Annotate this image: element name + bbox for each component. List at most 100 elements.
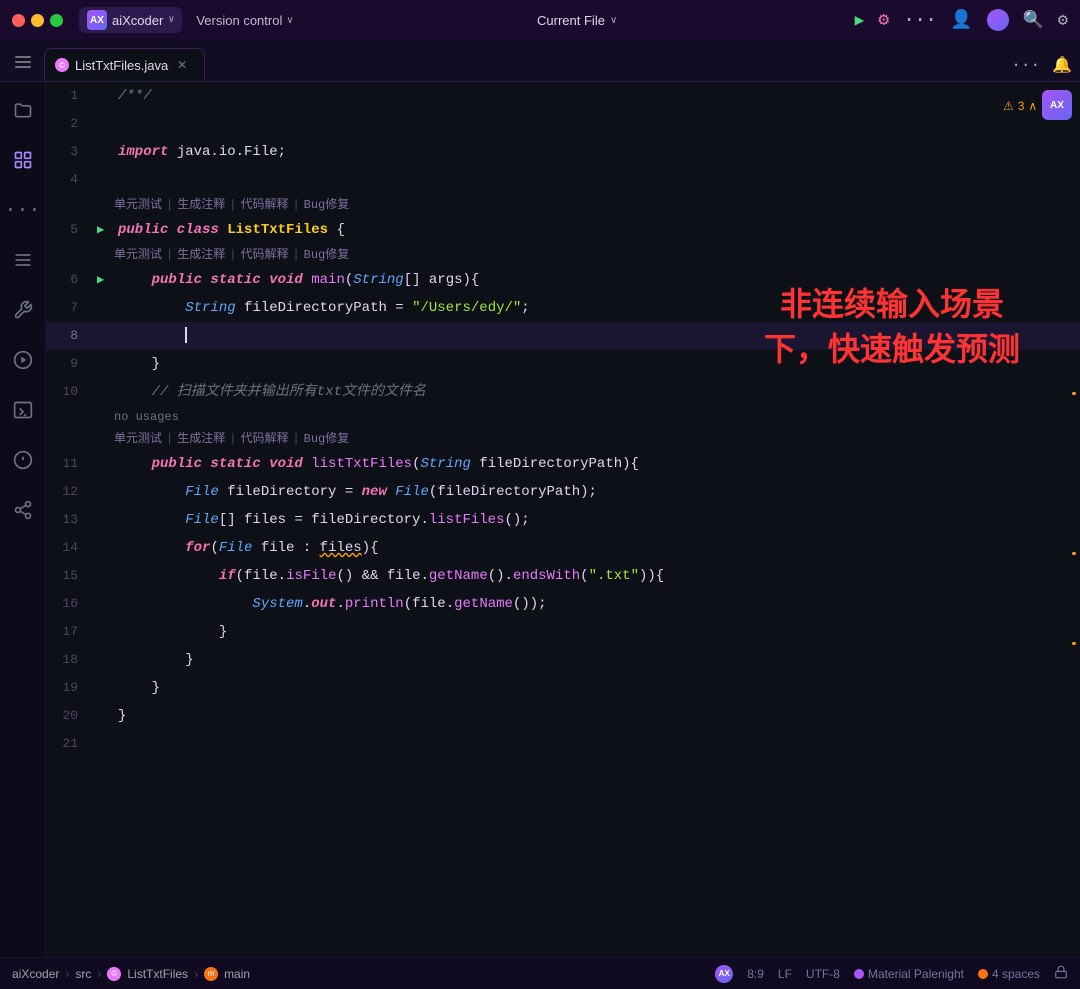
- sidebar-item-more[interactable]: ···: [7, 194, 39, 226]
- code-line-7: 7 String fileDirectoryPath = "/Users/edy…: [46, 294, 1080, 322]
- current-file-chevron-icon: ∨: [610, 15, 617, 26]
- user-avatar[interactable]: [987, 9, 1009, 31]
- notification-icon[interactable]: 🔔: [1052, 55, 1072, 75]
- sidebar-item-list[interactable]: [7, 244, 39, 276]
- code-line-15: 15 if(file.isFile() && file.getName().en…: [46, 562, 1080, 590]
- code-line-11: 11 public static void listTxtFiles(Strin…: [46, 450, 1080, 478]
- line-num-2: 2: [46, 110, 94, 138]
- current-file-label: Current File: [537, 13, 605, 28]
- line-content-6: public static void main(String[] args){: [114, 266, 1080, 294]
- line-num-15: 15: [46, 562, 94, 590]
- settings-icon[interactable]: ⚙: [1058, 10, 1068, 31]
- more-menu-icon[interactable]: ···: [903, 9, 936, 32]
- aixcoder-avatar-badge[interactable]: AX: [1042, 90, 1072, 120]
- minimize-button[interactable]: [31, 14, 44, 27]
- line-num-18: 18: [46, 646, 94, 674]
- annotation-link-bug-fix-6[interactable]: Bug修复: [304, 244, 350, 266]
- statusbar: aiXcoder › src › © ListTxtFiles › m main…: [0, 957, 1080, 989]
- run-icon[interactable]: ▶: [855, 10, 865, 30]
- run-button-5[interactable]: ▶: [97, 216, 111, 230]
- maximize-button[interactable]: [50, 14, 63, 27]
- tabbar-right: ··· 🔔: [1011, 55, 1072, 81]
- gutter-6[interactable]: ▶: [94, 266, 114, 280]
- sidebar-item-structure[interactable]: [7, 144, 39, 176]
- line-content-15: if(file.isFile() && file.getName().endsW…: [114, 562, 1080, 590]
- gutter-5[interactable]: ▶: [94, 216, 114, 230]
- code-line-9: 9 }: [46, 350, 1080, 378]
- debug-icon[interactable]: ⚙: [878, 9, 889, 31]
- code-area[interactable]: ⚠ 3 ∧ ∨ 1 /**/ 2 3 import java.io: [46, 82, 1080, 758]
- sidebar-item-terminal[interactable]: [7, 394, 39, 426]
- run-button-6[interactable]: ▶: [97, 266, 111, 280]
- code-line-21: 21: [46, 730, 1080, 758]
- status-theme[interactable]: Material Palenight: [854, 967, 964, 981]
- line-num-16: 16: [46, 590, 94, 618]
- annotation-link-unit-test-5[interactable]: 单元测试: [114, 194, 162, 216]
- version-control-button[interactable]: Version control ∨: [190, 10, 299, 31]
- line-content-10: // 扫描文件夹并输出所有txt文件的文件名: [114, 378, 1080, 406]
- annotation-link-explain-6[interactable]: 代码解释: [240, 244, 288, 266]
- line-content-9: }: [114, 350, 1080, 378]
- breadcrumb-sep3: ›: [194, 967, 198, 981]
- line-content-1: /**/: [114, 82, 1080, 110]
- aixcoder-status-badge[interactable]: AX: [715, 965, 733, 983]
- status-position[interactable]: 8:9: [747, 967, 764, 981]
- titlebar-actions: ▶ ⚙ ··· 👤 🔍 ⚙: [855, 9, 1068, 32]
- tab-label: ListTxtFiles.java: [75, 58, 168, 73]
- sidebar-item-folder[interactable]: [7, 94, 39, 126]
- annotation-link-explain-5[interactable]: 代码解释: [240, 194, 288, 216]
- file-type-icon: ©: [55, 58, 69, 72]
- code-line-8[interactable]: 8: [46, 322, 1080, 350]
- line-num-20: 20: [46, 702, 94, 730]
- tab-list-txt-files[interactable]: © ListTxtFiles.java ✕: [44, 48, 205, 81]
- annotation-link-gen-comment-6[interactable]: 生成注释: [177, 244, 225, 266]
- annotation-link-unit-test-10[interactable]: 单元测试: [114, 428, 162, 450]
- code-line-14: 14 for(File file : files){: [46, 534, 1080, 562]
- theme-color-dot: [854, 969, 864, 979]
- sidebar-item-git[interactable]: [7, 494, 39, 526]
- line-num-9: 9: [46, 350, 94, 378]
- annotation-link-bug-fix-10[interactable]: Bug修复: [304, 428, 350, 450]
- position-label: 8:9: [747, 967, 764, 981]
- annotation-link-unit-test-6[interactable]: 单元测试: [114, 244, 162, 266]
- annotation-link-bug-fix-5[interactable]: Bug修复: [304, 194, 350, 216]
- code-line-2: 2: [46, 110, 1080, 138]
- breadcrumb-app: aiXcoder: [12, 967, 59, 981]
- code-editor[interactable]: ⚠ 3 ∧ ∨ 1 /**/ 2 3 import java.io: [46, 82, 1080, 957]
- status-indent[interactable]: 4 spaces: [978, 967, 1040, 981]
- theme-label: Material Palenight: [868, 967, 964, 981]
- encoding-label: UTF-8: [806, 967, 840, 981]
- line-content-21: [114, 730, 1080, 758]
- annotation-link-gen-comment-5[interactable]: 生成注释: [177, 194, 225, 216]
- line-num-3: 3: [46, 138, 94, 166]
- line-content-20: }: [114, 702, 1080, 730]
- line-num-11: 11: [46, 450, 94, 478]
- line-content-13: File[] files = fileDirectory.listFiles()…: [114, 506, 1080, 534]
- sidebar-item-build[interactable]: [7, 294, 39, 326]
- sidebar-item-problems[interactable]: [7, 444, 39, 476]
- breadcrumb-method-icon: m: [204, 967, 218, 981]
- tab-close-button[interactable]: ✕: [174, 57, 190, 73]
- code-line-6: 6 ▶ public static void main(String[] arg…: [46, 266, 1080, 294]
- current-file-button[interactable]: Current File ∨: [529, 10, 625, 31]
- text-cursor: [185, 327, 187, 343]
- line-content-12: File fileDirectory = new File(fileDirect…: [114, 478, 1080, 506]
- status-lf[interactable]: LF: [778, 967, 792, 981]
- nav-up-icon[interactable]: ∧: [1028, 92, 1037, 120]
- more-tabs-icon[interactable]: ···: [1011, 56, 1040, 74]
- status-lock[interactable]: [1054, 965, 1068, 982]
- version-chevron-icon: ∨: [286, 15, 293, 26]
- annotation-link-explain-10[interactable]: 代码解释: [240, 428, 288, 450]
- user-icon[interactable]: 👤: [950, 9, 972, 31]
- sidebar-toggle-icon[interactable]: [8, 47, 38, 77]
- sidebar-item-run[interactable]: [7, 344, 39, 376]
- line-content-18: }: [114, 646, 1080, 674]
- search-icon[interactable]: 🔍: [1023, 10, 1044, 31]
- annotation-link-gen-comment-10[interactable]: 生成注释: [177, 428, 225, 450]
- close-button[interactable]: [12, 14, 25, 27]
- app-brand-button[interactable]: AX aiXcoder ∨: [79, 7, 182, 33]
- code-line-17: 17 }: [46, 618, 1080, 646]
- status-encoding[interactable]: UTF-8: [806, 967, 840, 981]
- code-line-18: 18 }: [46, 646, 1080, 674]
- line-num-6: 6: [46, 266, 94, 294]
